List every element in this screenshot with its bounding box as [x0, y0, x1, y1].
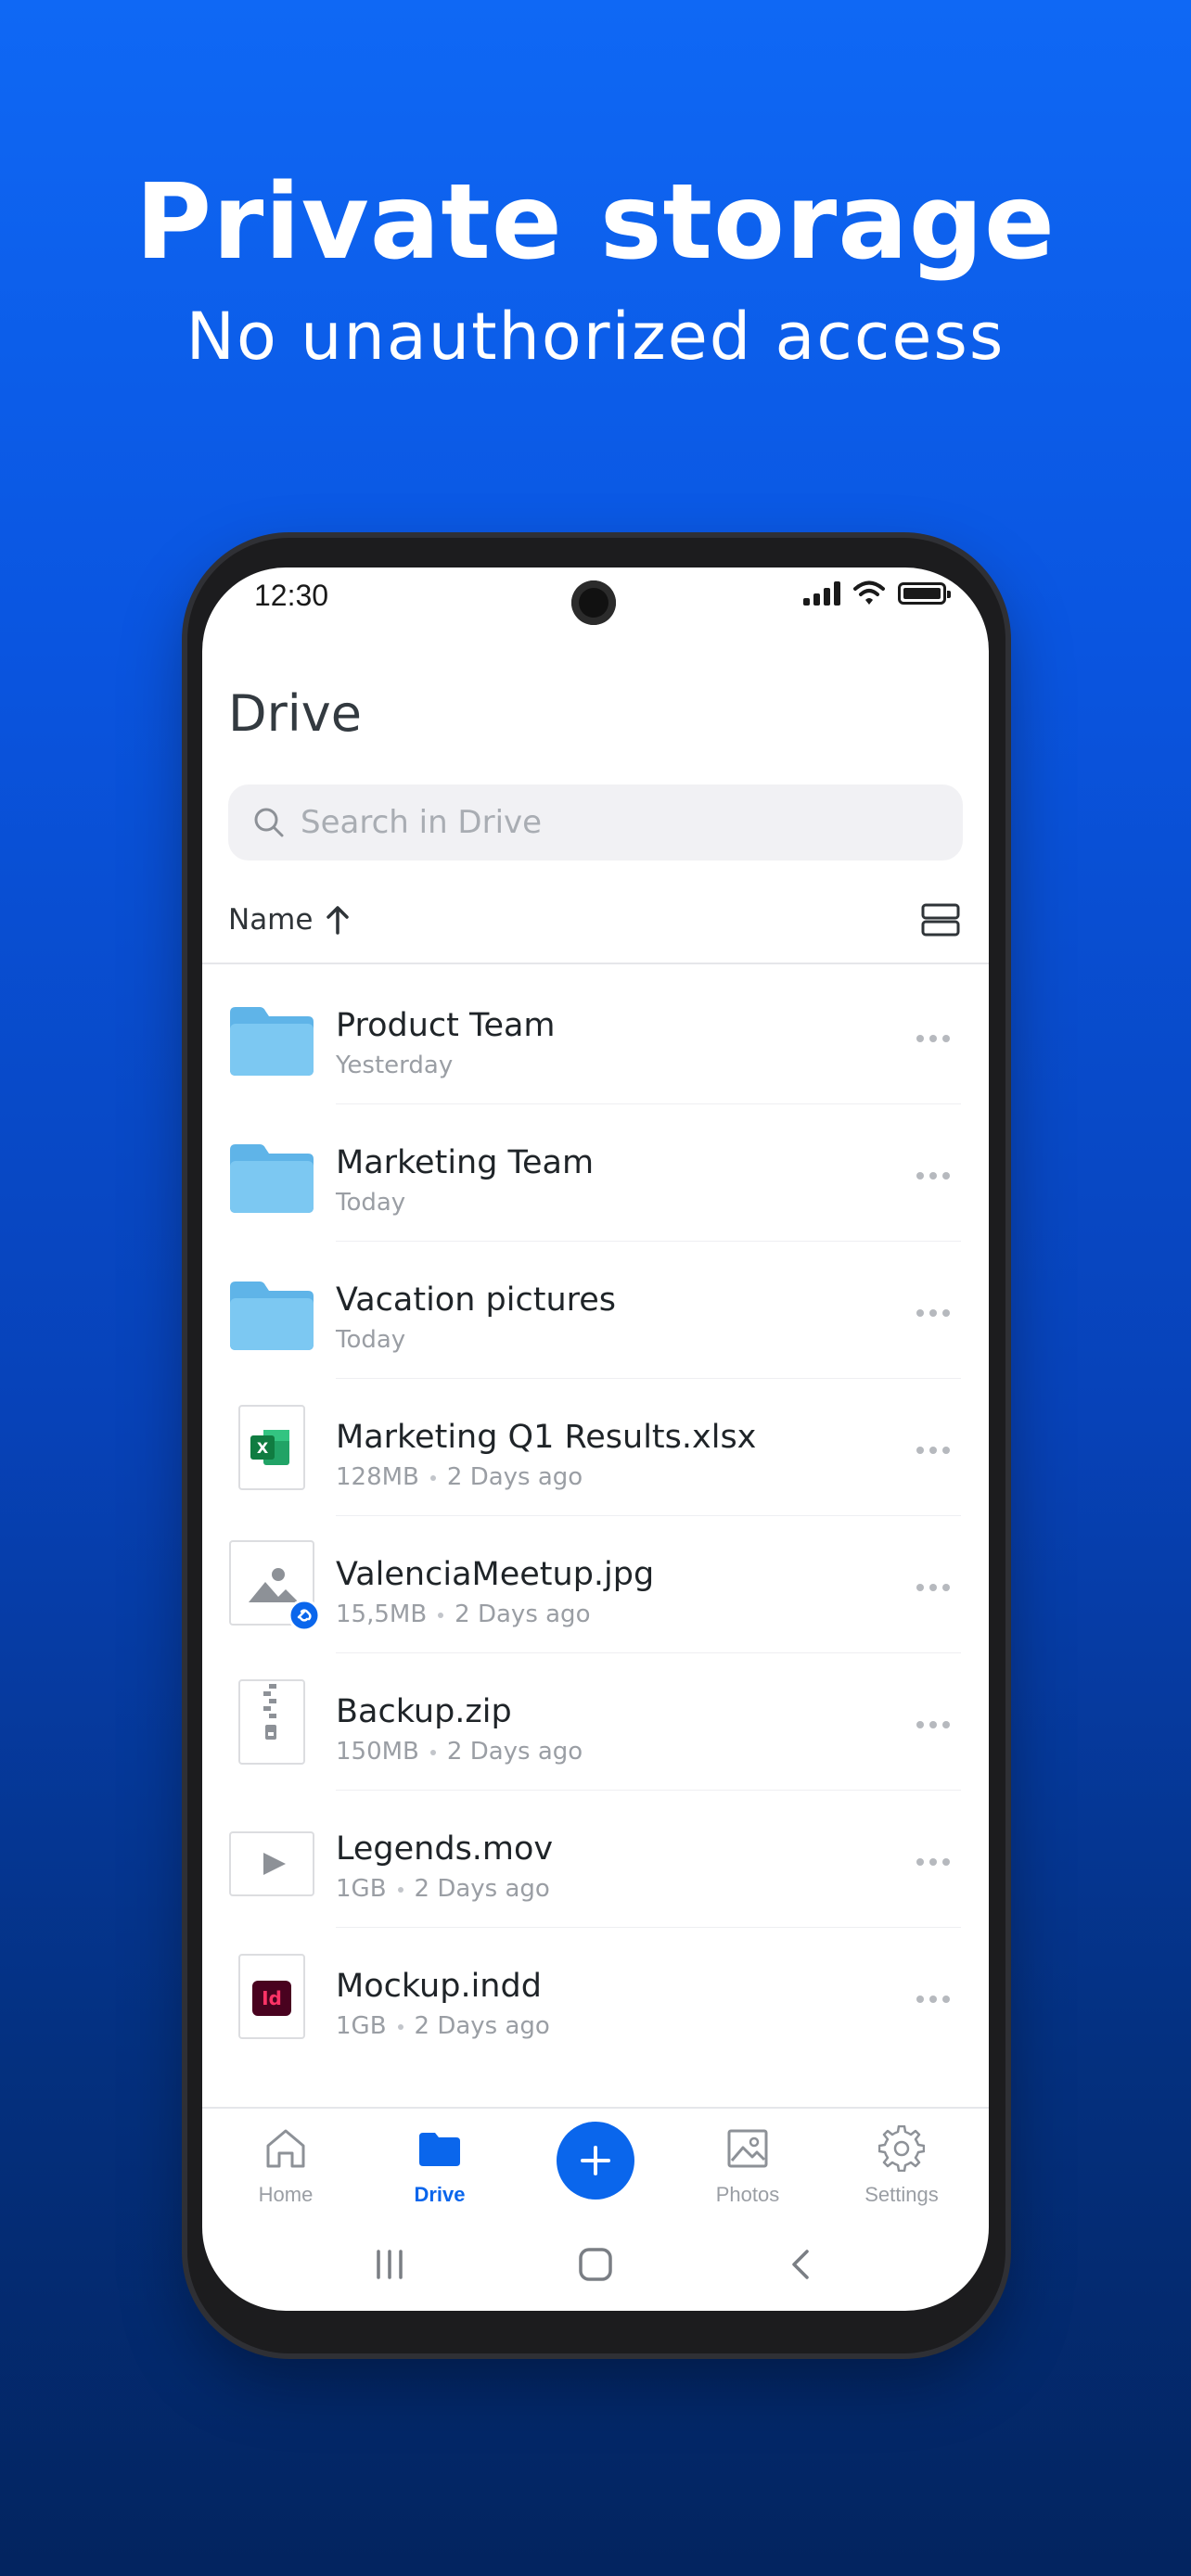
file-meta: 15,5MB 2 Days ago: [336, 1600, 591, 1628]
svg-text:Id: Id: [262, 1987, 282, 2009]
file-name: Marketing Q1 Results.xlsx: [336, 1419, 757, 1456]
folder-icon: [230, 1282, 314, 1350]
search-icon: [254, 808, 284, 837]
back-icon[interactable]: [783, 2248, 820, 2281]
sort-by-name-button[interactable]: Name: [228, 903, 313, 937]
status-icons: [803, 580, 951, 606]
file-meta: 1GB 2 Days ago: [336, 1875, 550, 1903]
photos-icon: [727, 2129, 768, 2168]
file-row[interactable]: Product Team Yesterday: [202, 966, 989, 1103]
add-button[interactable]: [557, 2122, 634, 2200]
tab-drive[interactable]: Drive: [375, 2109, 505, 2218]
file-name: ValenciaMeetup.jpg: [336, 1556, 655, 1593]
tab-label: Drive: [414, 2183, 466, 2206]
status-bar: 12:30: [202, 567, 989, 632]
more-options-icon[interactable]: [916, 1309, 950, 1317]
status-time: 12:30: [254, 579, 329, 612]
folder-icon: [230, 1144, 314, 1213]
more-options-icon[interactable]: [916, 1035, 950, 1042]
file-name: Mockup.indd: [336, 1968, 542, 2005]
zip-icon: [238, 1679, 305, 1765]
sort-bar: Name: [202, 892, 989, 964]
file-meta: Yesterday: [336, 1052, 454, 1079]
file-row[interactable]: Id Mockup.indd 1GB 2 Days ago: [202, 1927, 989, 2064]
system-nav-bar: [202, 2218, 989, 2311]
folder-icon: [419, 2133, 460, 2166]
file-meta: Today: [336, 1189, 406, 1217]
home-icon: [266, 2129, 305, 2168]
tab-label: Settings: [864, 2183, 939, 2206]
file-list: Product Team Yesterday Marketing Team To…: [202, 966, 989, 2064]
bottom-tab-bar: Home Drive Photos Settings: [202, 2107, 989, 2218]
recent-apps-icon[interactable]: [371, 2248, 408, 2281]
more-options-icon[interactable]: [916, 1858, 950, 1866]
file-meta: 150MB 2 Days ago: [336, 1738, 583, 1766]
video-icon: [229, 1831, 314, 1896]
hero-headline: Private storage: [135, 162, 1056, 283]
more-options-icon[interactable]: [916, 1996, 950, 2003]
plus-icon: [581, 2146, 610, 2175]
file-name: Vacation pictures: [336, 1282, 617, 1319]
svg-text:X: X: [257, 1439, 269, 1457]
search-input[interactable]: Search in Drive: [228, 784, 963, 861]
list-view-toggle-icon[interactable]: [920, 899, 961, 940]
file-name: Product Team: [336, 1007, 556, 1044]
more-options-icon[interactable]: [916, 1172, 950, 1180]
folder-icon: [230, 1007, 314, 1076]
more-options-icon[interactable]: [916, 1447, 950, 1454]
file-name: Legends.mov: [336, 1830, 554, 1868]
file-meta: 1GB 2 Days ago: [336, 2012, 550, 2040]
file-row[interactable]: Legends.mov 1GB 2 Days ago: [202, 1790, 989, 1927]
more-options-icon[interactable]: [916, 1584, 950, 1591]
tab-settings[interactable]: Settings: [837, 2109, 967, 2218]
signal-icon: [803, 581, 840, 606]
file-name: Backup.zip: [336, 1693, 512, 1730]
indesign-icon: Id: [238, 1954, 305, 2039]
tab-label: Home: [258, 2183, 314, 2206]
file-name: Marketing Team: [336, 1144, 595, 1181]
file-meta: 128MB 2 Days ago: [336, 1463, 583, 1491]
page-title: Drive: [228, 684, 362, 743]
battery-icon: [898, 582, 951, 605]
camera-icon: [571, 580, 616, 625]
tab-photos[interactable]: Photos: [683, 2109, 813, 2218]
wifi-icon: [853, 580, 885, 605]
tab-label: Photos: [715, 2183, 780, 2206]
file-meta: Today: [336, 1326, 406, 1354]
search-placeholder: Search in Drive: [301, 804, 543, 841]
home-nav-icon[interactable]: [577, 2248, 614, 2281]
file-row[interactable]: Marketing Team Today: [202, 1103, 989, 1241]
image-icon: [229, 1540, 321, 1632]
file-row[interactable]: ValenciaMeetup.jpg 15,5MB 2 Days ago: [202, 1515, 989, 1652]
hero-subline: No unauthorized access: [186, 299, 1005, 375]
excel-icon: X: [238, 1405, 305, 1490]
more-options-icon[interactable]: [916, 1721, 950, 1728]
file-row[interactable]: Backup.zip 150MB 2 Days ago: [202, 1652, 989, 1790]
file-row[interactable]: Vacation pictures Today: [202, 1241, 989, 1378]
gear-icon: [878, 2125, 925, 2172]
arrow-up-icon[interactable]: [323, 901, 352, 938]
tab-home[interactable]: Home: [221, 2109, 351, 2218]
file-row[interactable]: X Marketing Q1 Results.xlsx 128MB 2 Days …: [202, 1378, 989, 1515]
phone-screen: 12:30 Drive Search in Drive Name Product…: [202, 567, 989, 2311]
